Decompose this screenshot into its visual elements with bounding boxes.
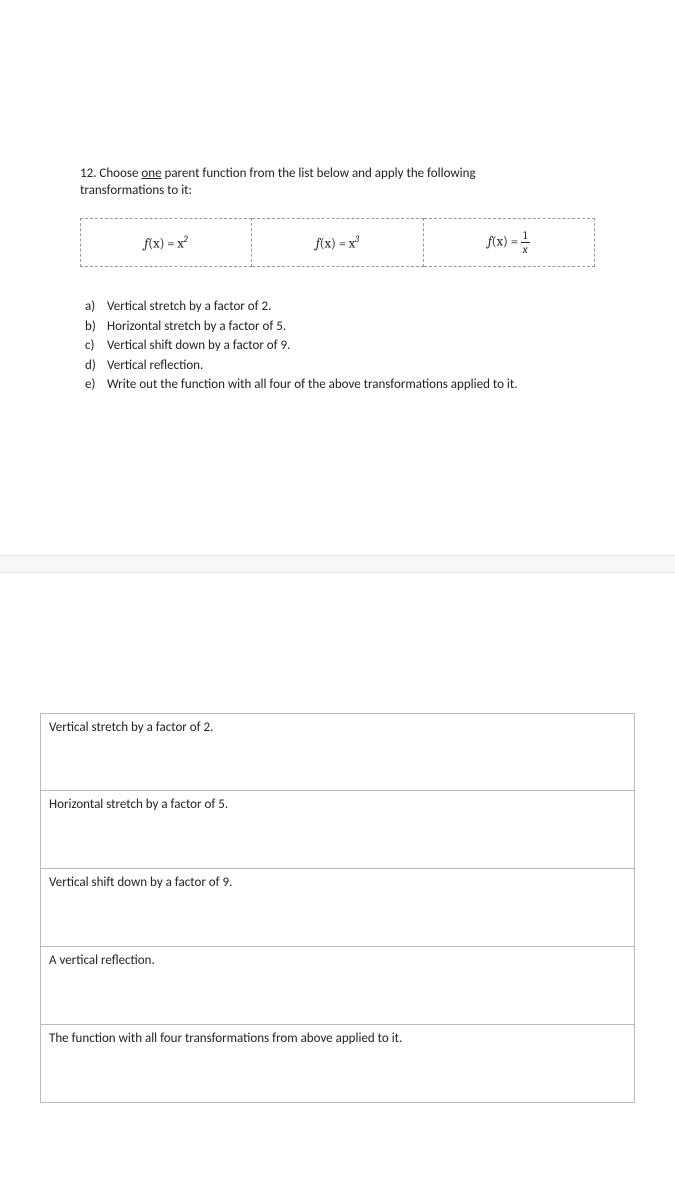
answer-box-2[interactable]: Horizontal stretch by a factor of 5. [40, 791, 635, 869]
option-c-text: Vertical shift down by a factor of 9. [107, 336, 595, 356]
question-line2: transformations to it: [80, 183, 595, 198]
option-a: a) Vertical stretch by a factor of 2. [85, 297, 595, 317]
option-a-label: a) [85, 297, 107, 317]
question-prompt: 12. Choose one parent function from the … [80, 165, 595, 183]
question-underline: one [141, 166, 161, 181]
answer-label-2: Horizontal stretch by a factor of 5. [49, 797, 626, 812]
function-cell-2: f(x) = x3 [252, 219, 423, 267]
option-e: e) Write out the function with all four … [85, 375, 595, 395]
options-list: a) Vertical stretch by a factor of 2. b)… [80, 297, 595, 395]
option-e-label: e) [85, 375, 107, 395]
function-cell-1: f(x) = x2 [81, 219, 252, 267]
question-section: 12. Choose one parent function from the … [0, 0, 675, 415]
option-d-text: Vertical reflection. [107, 356, 595, 376]
answer-label-1: Vertical stretch by a factor of 2. [49, 720, 626, 735]
functions-table: f(x) = x2 f(x) = x3 f(x) = 1x [80, 218, 595, 267]
option-b-text: Horizontal stretch by a factor of 5. [107, 317, 595, 337]
answer-box-3[interactable]: Vertical shift down by a factor of 9. [40, 869, 635, 947]
question-text-suffix: parent function from the list below and … [162, 166, 476, 181]
answer-label-3: Vertical shift down by a factor of 9. [49, 875, 626, 890]
option-e-text: Write out the function with all four of … [107, 375, 595, 395]
answer-box-5[interactable]: The function with all four transformatio… [40, 1025, 635, 1103]
option-c: c) Vertical shift down by a factor of 9. [85, 336, 595, 356]
answers-section: Vertical stretch by a factor of 2. Horiz… [0, 703, 675, 1143]
answer-box-4[interactable]: A vertical reflection. [40, 947, 635, 1025]
page-gap [0, 555, 675, 573]
option-d: d) Vertical reflection. [85, 356, 595, 376]
answer-label-4: A vertical reflection. [49, 953, 626, 968]
document-page: 12. Choose one parent function from the … [0, 0, 675, 1200]
option-d-label: d) [85, 356, 107, 376]
function-cell-3: f(x) = 1x [423, 219, 594, 267]
question-number: 12 [80, 166, 93, 181]
option-b: b) Horizontal stretch by a factor of 5. [85, 317, 595, 337]
option-b-label: b) [85, 317, 107, 337]
option-a-text: Vertical stretch by a factor of 2. [107, 297, 595, 317]
answer-label-5: The function with all four transformatio… [49, 1031, 626, 1046]
answer-box-1[interactable]: Vertical stretch by a factor of 2. [40, 713, 635, 791]
option-c-label: c) [85, 336, 107, 356]
question-text-prefix: Choose [99, 166, 141, 181]
